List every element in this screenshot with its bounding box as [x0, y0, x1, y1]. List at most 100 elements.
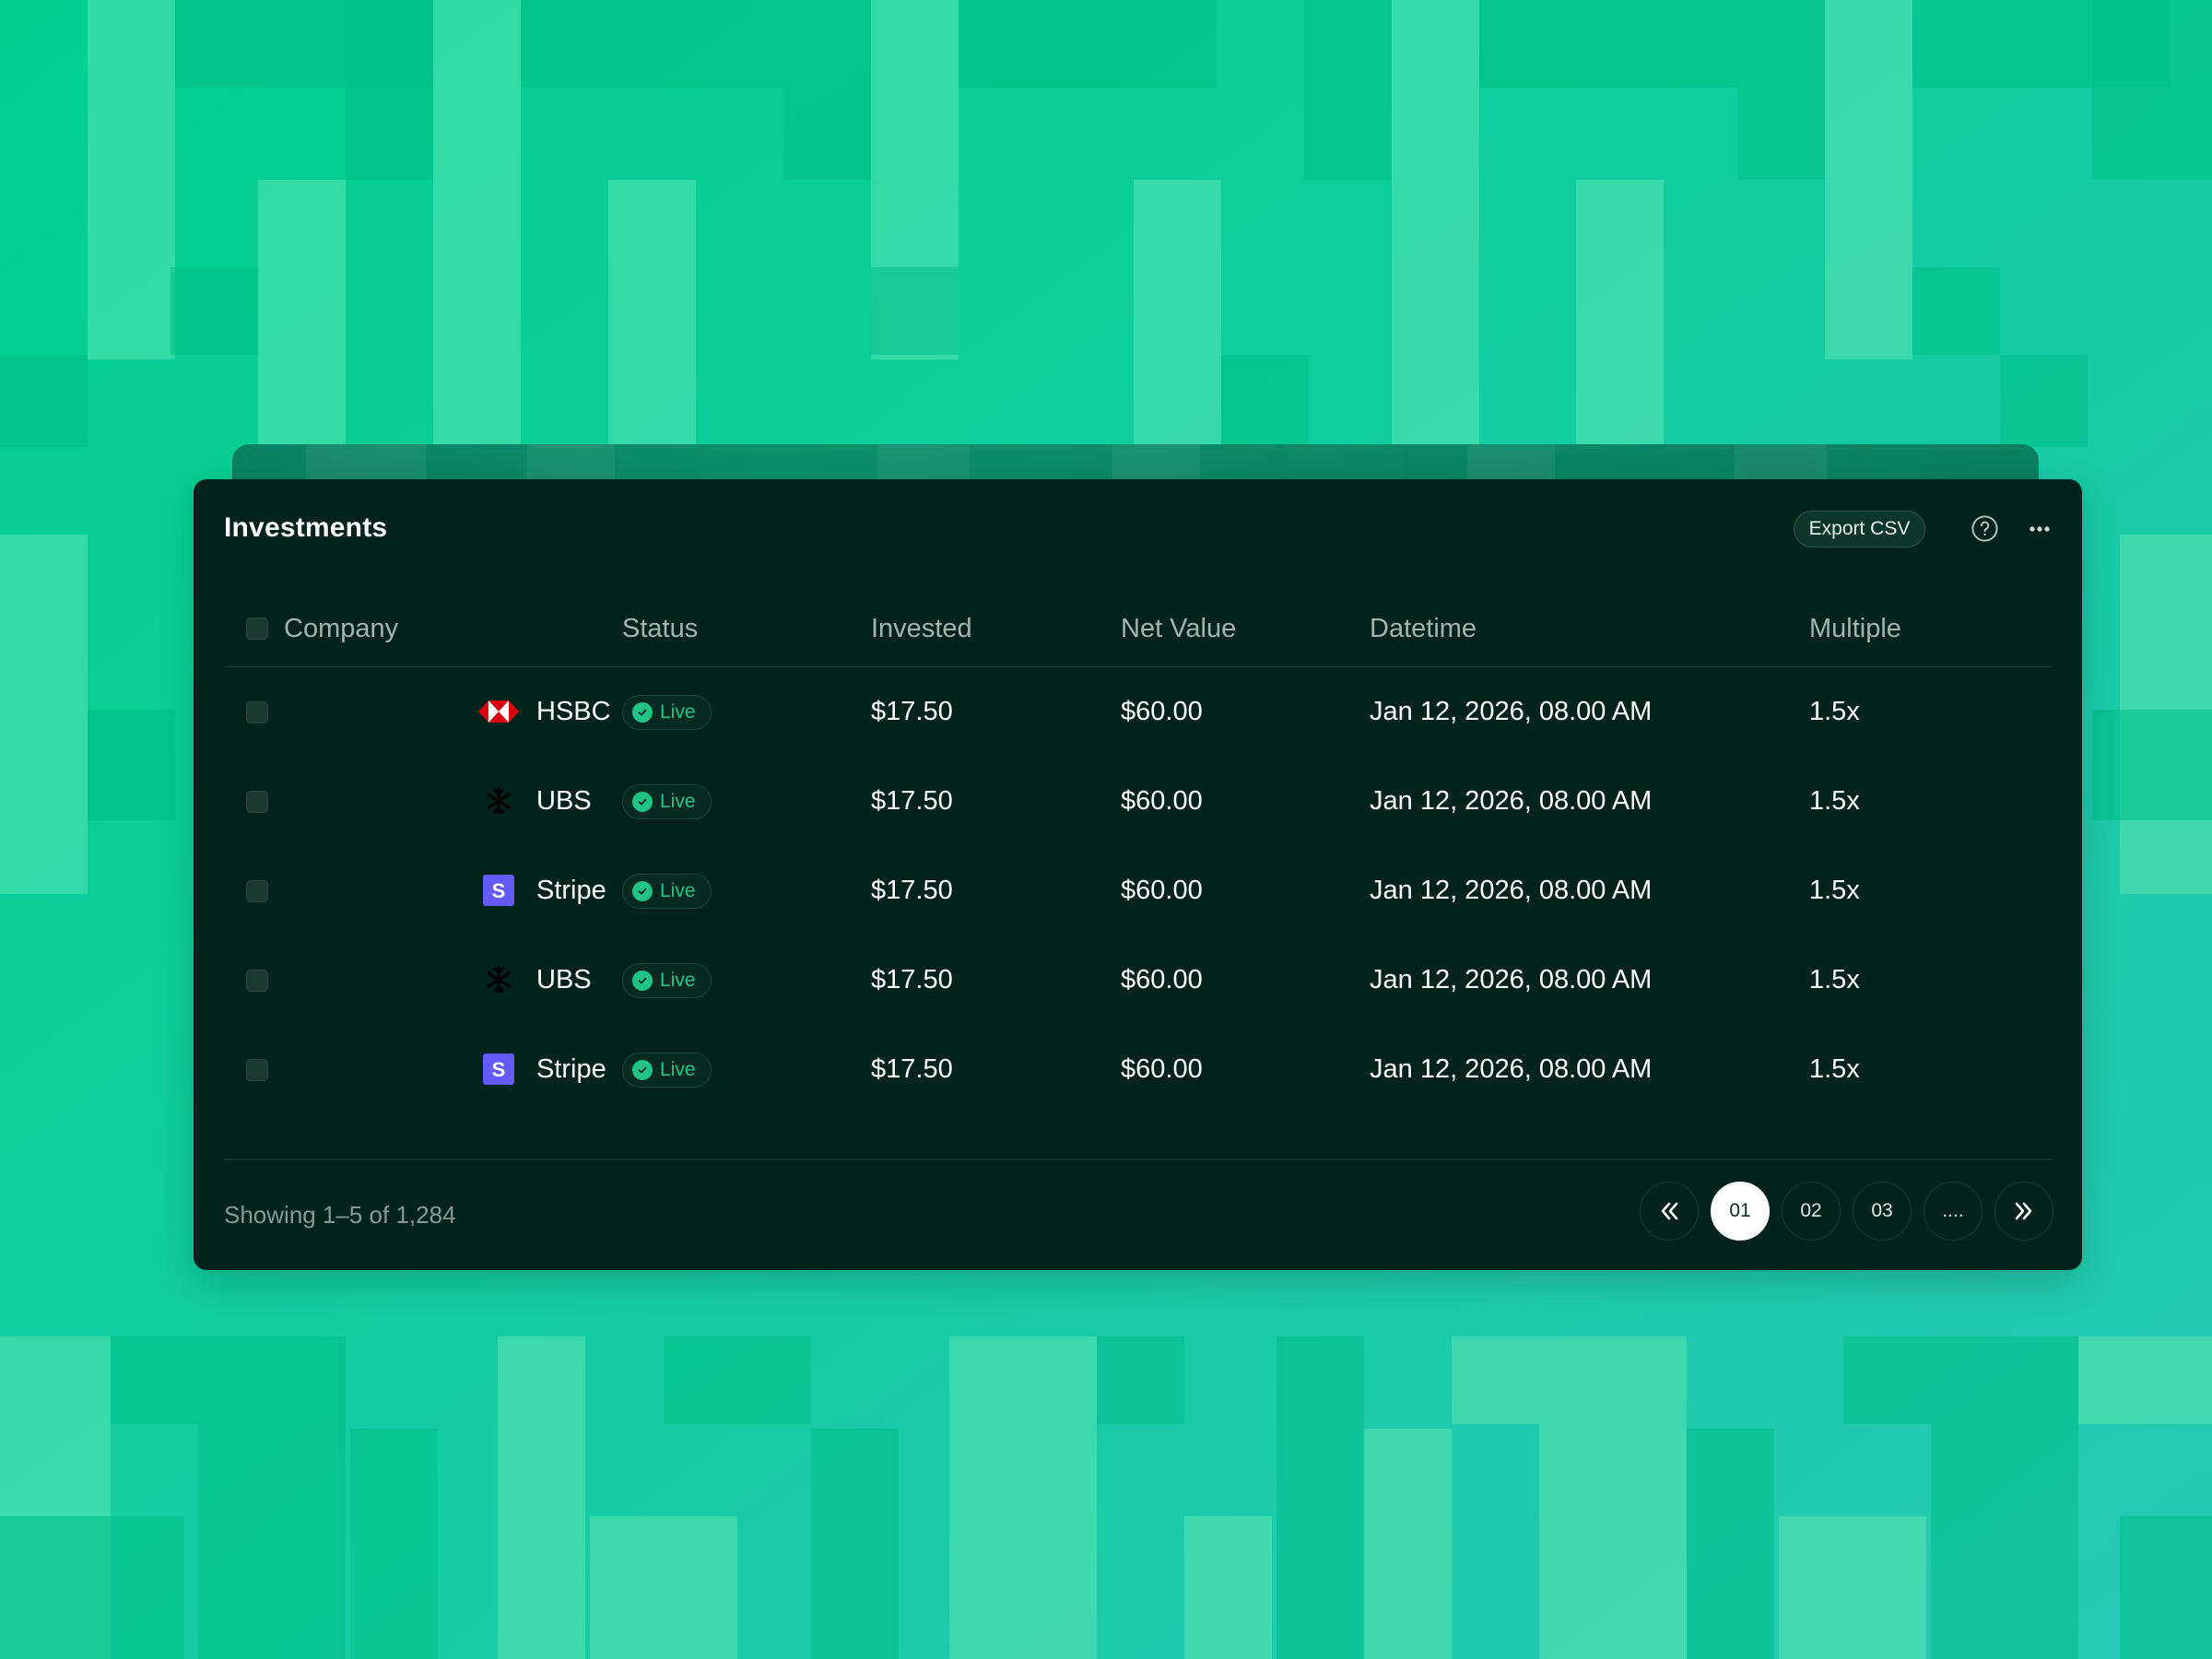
export-csv-button[interactable]: Export CSV: [1794, 511, 1925, 547]
company-name[interactable]: Stripe: [536, 1025, 606, 1114]
datetime-value: Jan 12, 2026, 08.00 AM: [1370, 1054, 1653, 1084]
row-checkbox[interactable]: [246, 1059, 268, 1081]
background-tile: [198, 1336, 346, 1659]
net-value: $60.00: [1121, 1054, 1203, 1084]
pagination: 01 02 03 ....: [1640, 1182, 2053, 1241]
card-back-highlight: [1112, 444, 1200, 481]
background-tile: [2000, 355, 2088, 447]
company-name[interactable]: UBS: [536, 935, 592, 1025]
background-tile: [1576, 180, 1664, 447]
background-tile: [1097, 1336, 1184, 1424]
status-badge: Live: [622, 695, 712, 730]
background-tile: [2092, 710, 2212, 820]
invested-value: $17.50: [871, 876, 953, 905]
invested-value: $17.50: [871, 697, 953, 726]
company-name[interactable]: UBS: [536, 757, 592, 846]
company-name[interactable]: HSBC: [536, 667, 611, 757]
datetime-value: Jan 12, 2026, 08.00 AM: [1370, 965, 1653, 994]
background-tile: [1912, 267, 2000, 355]
background-tile: [783, 0, 871, 180]
background-tile: [258, 180, 346, 447]
table-row[interactable]: HSBC Live $17.50 $60.00 Jan 12, 2026, 08…: [224, 667, 2053, 757]
status-label: Live: [660, 791, 696, 812]
status-label: Live: [660, 1059, 696, 1080]
background-tile: [2120, 1516, 2212, 1659]
svg-text:S: S: [492, 1058, 506, 1081]
background-tile: [171, 267, 258, 355]
column-header-company[interactable]: Company: [284, 590, 398, 667]
background-tile: [498, 1336, 585, 1659]
background-tile: [811, 1429, 899, 1659]
background-tile: [664, 1336, 811, 1424]
background-tile: [0, 535, 88, 894]
background-tile: [2092, 0, 2212, 180]
background-tile: [346, 0, 433, 180]
card-back-highlight: [1735, 444, 1827, 481]
card-back-highlight: [306, 444, 426, 481]
card-title: Investments: [224, 512, 388, 543]
background-tile: [1779, 1516, 1926, 1659]
company-name[interactable]: Stripe: [536, 846, 606, 935]
background-tile: [1843, 1336, 1931, 1424]
hsbc-logo-icon: [478, 691, 519, 732]
row-checkbox[interactable]: [246, 791, 268, 813]
check-circle-icon: [632, 702, 653, 723]
background-tile: [1737, 0, 1825, 180]
page-button-01[interactable]: 01: [1711, 1182, 1770, 1241]
status-label: Live: [660, 970, 696, 991]
multiple-value: 1.5x: [1809, 876, 1860, 905]
background-tile: [871, 267, 959, 355]
background-tile: [433, 0, 521, 447]
column-header-status[interactable]: Status: [622, 590, 698, 667]
first-page-button[interactable]: [1640, 1182, 1699, 1241]
card-back-highlight: [527, 444, 615, 481]
multiple-value: 1.5x: [1809, 786, 1860, 816]
background-tile: [0, 355, 88, 447]
background-tile: [959, 0, 1217, 88]
help-circle-icon[interactable]: [1971, 514, 1999, 543]
background-tile: [1184, 1516, 1272, 1659]
table-row[interactable]: S Stripe Live $17.50 $60.00 Jan 12, 2026…: [224, 846, 2053, 935]
background-tile: [1931, 1336, 2078, 1659]
row-checkbox[interactable]: [246, 880, 268, 902]
investments-card: Investments Export CSV Company Status In…: [194, 479, 2082, 1270]
background-tile: [1304, 0, 1392, 180]
last-page-button[interactable]: [1994, 1182, 2053, 1241]
table-row[interactable]: UBS Live $17.50 $60.00 Jan 12, 2026, 08.…: [224, 935, 2053, 1025]
more-horizontal-icon[interactable]: [2027, 516, 2053, 542]
row-checkbox[interactable]: [246, 701, 268, 724]
row-checkbox[interactable]: [246, 970, 268, 992]
invested-value: $17.50: [871, 1054, 953, 1084]
column-header-multiple[interactable]: Multiple: [1809, 590, 1901, 667]
page-ellipsis-button[interactable]: ....: [1924, 1182, 1983, 1241]
net-value: $60.00: [1121, 965, 1203, 994]
ubs-logo-icon: [478, 959, 519, 1000]
column-header-net-value[interactable]: Net Value: [1121, 590, 1236, 667]
status-badge: Live: [622, 963, 712, 998]
table-row[interactable]: S Stripe Live $17.50 $60.00 Jan 12, 2026…: [224, 1025, 2053, 1114]
status-badge: Live: [622, 874, 712, 909]
card-back-highlight: [1467, 444, 1555, 481]
svg-text:S: S: [492, 879, 506, 902]
table-row[interactable]: UBS Live $17.50 $60.00 Jan 12, 2026, 08.…: [224, 757, 2053, 846]
background-tile: [2078, 1336, 2212, 1424]
datetime-value: Jan 12, 2026, 08.00 AM: [1370, 697, 1653, 726]
net-value: $60.00: [1121, 786, 1203, 816]
page-button-03[interactable]: 03: [1853, 1182, 1912, 1241]
column-header-datetime[interactable]: Datetime: [1370, 590, 1477, 667]
background-tile: [88, 710, 175, 820]
table-body: HSBC Live $17.50 $60.00 Jan 12, 2026, 08…: [224, 667, 2053, 1114]
select-all-checkbox[interactable]: [246, 618, 268, 640]
table-header: Company Status Invested Net Value Dateti…: [224, 590, 2053, 667]
footer-divider: [224, 1159, 2053, 1160]
page-button-02[interactable]: 02: [1782, 1182, 1841, 1241]
background-tile: [590, 1516, 737, 1659]
multiple-value: 1.5x: [1809, 697, 1860, 726]
stripe-logo-icon: S: [478, 870, 519, 911]
background-tile: [521, 0, 783, 88]
investments-table: Company Status Invested Net Value Dateti…: [224, 590, 2053, 1114]
background-tile: [1364, 1429, 1452, 1659]
column-header-invested[interactable]: Invested: [871, 590, 972, 667]
background-tile: [88, 0, 175, 359]
background-tile: [1825, 0, 1912, 359]
